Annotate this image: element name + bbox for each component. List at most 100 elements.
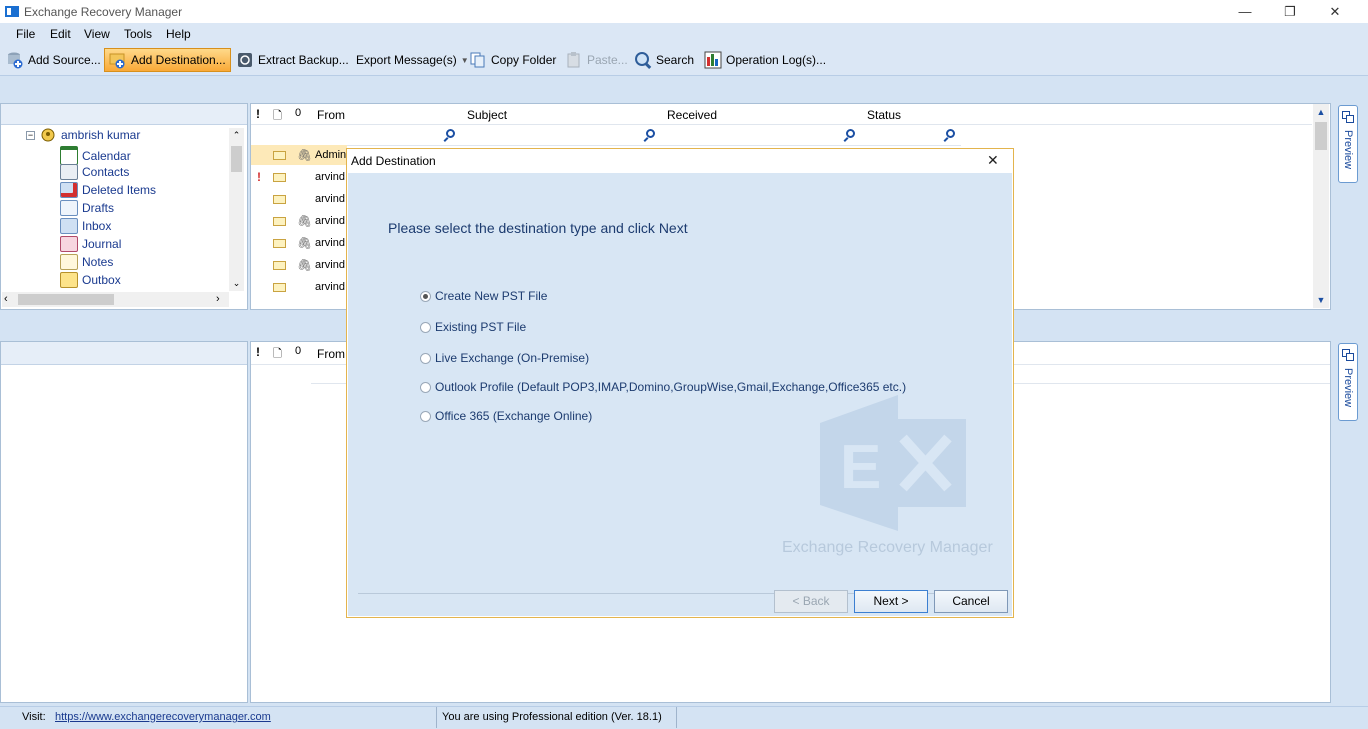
lower-left-panel <box>0 341 248 703</box>
filter-subject-search-icon[interactable] <box>646 129 655 138</box>
grid-scroll-thumb[interactable] <box>1315 122 1327 150</box>
table-row-from[interactable]: arvind <box>315 281 345 293</box>
add-source-button[interactable]: Add Source... <box>2 48 105 72</box>
option-existing-pst[interactable]: Existing PST File <box>420 320 526 334</box>
back-button[interactable]: < Back <box>774 590 848 613</box>
radio-create-new-pst[interactable] <box>420 290 431 302</box>
table-row-from[interactable]: arvind <box>315 259 345 271</box>
search-button[interactable]: Search <box>630 48 698 72</box>
col-type[interactable]: 🗋 <box>273 107 282 126</box>
filter-from-search-icon[interactable] <box>446 129 455 138</box>
envelope-icon <box>273 239 286 248</box>
add-destination-button[interactable]: Add Destination... <box>104 48 231 72</box>
preview-icon <box>1342 111 1354 123</box>
toolbar: Add Source... Add Destination... Extract… <box>0 45 1368 76</box>
scroll-down-icon[interactable]: ⌄ <box>229 276 244 291</box>
notes-icon <box>60 254 78 270</box>
tree-item-outbox[interactable]: Outbox <box>60 272 121 288</box>
menu-help[interactable]: Help <box>166 27 191 41</box>
exchange-logo-watermark-icon: E <box>818 393 968 533</box>
col-from[interactable]: From <box>317 108 345 122</box>
option-outlook-profile[interactable]: Outlook Profile (Default POP3,IMAP,Domin… <box>420 380 906 394</box>
journal-icon <box>60 236 78 252</box>
lower-col-importance[interactable]: ! <box>256 345 260 359</box>
tree-root-label[interactable]: ambrish kumar <box>61 128 140 142</box>
contacts-icon <box>60 164 78 180</box>
dialog-close-button[interactable]: ✕ <box>987 152 999 169</box>
table-row-from[interactable]: arvind <box>315 237 345 249</box>
menu-view[interactable]: View <box>84 27 110 41</box>
paste-button[interactable]: Paste... <box>561 48 632 72</box>
preview-tab-lower[interactable]: Preview <box>1338 343 1358 421</box>
minimize-button[interactable]: — <box>1222 2 1268 22</box>
status-edition: You are using Professional edition (Ver.… <box>442 711 662 723</box>
scroll-up-icon[interactable]: ▲ <box>1313 104 1329 120</box>
website-link[interactable]: https://www.exchangerecoverymanager.com <box>55 711 271 723</box>
envelope-icon <box>273 173 286 182</box>
tree-hscroll-thumb[interactable] <box>18 294 114 305</box>
tree-item-inbox[interactable]: Inbox <box>60 218 111 234</box>
filter-received-search-icon[interactable] <box>846 129 855 138</box>
drafts-icon <box>60 200 78 216</box>
status-divider <box>676 707 677 728</box>
app-icon <box>5 6 19 17</box>
tree-vertical-scrollbar[interactable]: ⌃ ⌄ <box>229 128 244 291</box>
cancel-button[interactable]: Cancel <box>934 590 1008 613</box>
calendar-icon <box>60 146 78 165</box>
radio-outlook-profile[interactable] <box>420 381 431 393</box>
tree-collapse-toggle[interactable]: − <box>26 131 35 140</box>
close-window-button[interactable]: ✕ <box>1312 2 1358 22</box>
tree-item-calendar[interactable]: Calendar <box>60 146 131 165</box>
lower-col-type[interactable]: 🗋 <box>273 345 282 364</box>
lower-col-from[interactable]: From <box>317 347 345 361</box>
export-messages-button[interactable]: Export Message(s) ▼ <box>352 48 473 72</box>
radio-office-365[interactable] <box>420 410 431 422</box>
lower-col-attachment[interactable]: 0 <box>295 345 301 357</box>
scroll-left-icon[interactable]: ‹ <box>4 292 8 307</box>
col-attachment[interactable]: 0 <box>295 107 301 119</box>
grid-vertical-scrollbar[interactable]: ▲ ▼ <box>1313 104 1329 308</box>
copy-folder-icon <box>469 51 487 69</box>
magnifier-icon <box>634 51 652 69</box>
menu-tools[interactable]: Tools <box>124 27 152 41</box>
option-office-365[interactable]: Office 365 (Exchange Online) <box>420 409 592 423</box>
tree-scroll-thumb[interactable] <box>231 146 242 172</box>
scroll-right-icon[interactable]: › <box>216 292 220 307</box>
tree-item-deleted-items[interactable]: Deleted Items <box>60 182 156 198</box>
scroll-up-icon[interactable]: ⌃ <box>229 128 244 143</box>
tree-item-drafts[interactable]: Drafts <box>60 200 114 216</box>
svg-text:E: E <box>840 433 881 502</box>
option-create-new-pst[interactable]: Create New PST File <box>420 289 547 303</box>
col-received[interactable]: Received <box>667 108 717 122</box>
table-row-from[interactable]: arvind <box>315 171 345 183</box>
col-subject[interactable]: Subject <box>467 108 507 122</box>
col-importance[interactable]: ! <box>256 107 260 121</box>
next-button[interactable]: Next > <box>854 590 928 613</box>
preview-tab-upper[interactable]: Preview <box>1338 105 1358 183</box>
col-status[interactable]: Status <box>867 108 901 122</box>
tree-item-journal[interactable]: Journal <box>60 236 121 252</box>
add-destination-dialog: Add Destination ✕ Please select the dest… <box>346 148 1014 618</box>
option-live-exchange[interactable]: Live Exchange (On-Premise) <box>420 351 589 365</box>
radio-existing-pst[interactable] <box>420 321 431 333</box>
menu-edit[interactable]: Edit <box>50 27 71 41</box>
table-row-from[interactable]: arvind <box>315 215 345 227</box>
copy-folder-button[interactable]: Copy Folder <box>465 48 560 72</box>
operation-logs-button[interactable]: Operation Log(s)... <box>700 48 830 72</box>
menu-file[interactable]: File <box>16 27 35 41</box>
extract-backup-button[interactable]: Extract Backup... <box>232 48 353 72</box>
table-row-from[interactable]: arvind <box>315 193 345 205</box>
attachment-icon: 🖇 <box>297 236 313 250</box>
scroll-down-icon[interactable]: ▼ <box>1313 292 1329 308</box>
tree-item-contacts[interactable]: Contacts <box>60 164 129 180</box>
preview-label: Preview <box>1342 130 1354 170</box>
radio-live-exchange[interactable] <box>420 352 431 364</box>
maximize-button[interactable]: ❐ <box>1267 2 1313 22</box>
preview-icon <box>1342 349 1354 361</box>
tree-item-notes[interactable]: Notes <box>60 254 113 270</box>
attachment-icon: 🖇 <box>297 258 313 272</box>
filter-status-search-icon[interactable] <box>946 129 955 138</box>
dialog-title: Add Destination <box>351 154 436 168</box>
tree-horizontal-scrollbar[interactable]: ‹ › <box>2 292 229 307</box>
table-row-from[interactable]: Admini <box>315 149 349 161</box>
